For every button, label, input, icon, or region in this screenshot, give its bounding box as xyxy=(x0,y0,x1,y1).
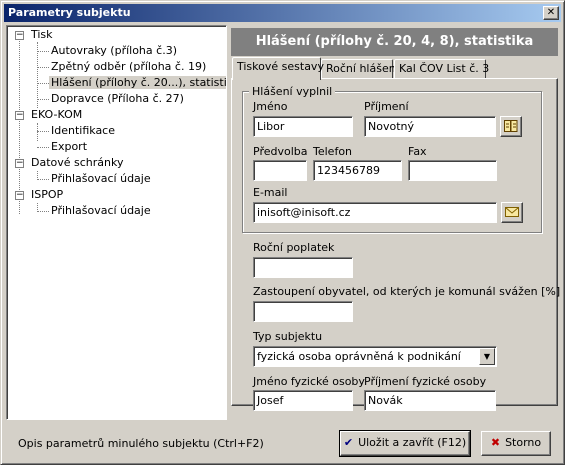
send-mail-button[interactable] xyxy=(501,202,523,223)
title-bar[interactable]: Parametry subjektu ✕ xyxy=(4,4,561,22)
prijmeni-field[interactable]: Novotný xyxy=(364,116,496,137)
tree-item-autovraky[interactable]: Autovraky (příloha č.3) xyxy=(49,43,179,59)
address-book-button[interactable] xyxy=(500,116,522,137)
jmeno-fo-label: Jméno fyzické osoby xyxy=(253,375,365,388)
typ-subjektu-label: Typ subjektu xyxy=(253,330,323,343)
tree-line xyxy=(37,179,49,180)
tree-item-ispop[interactable]: ISPOP xyxy=(29,187,65,203)
mail-icon xyxy=(505,207,519,217)
tree-line xyxy=(37,123,38,141)
collapse-icon[interactable]: − xyxy=(15,31,24,40)
tree-item-datove-schranky[interactable]: Datové schránky xyxy=(29,155,126,171)
group-title: Hlášení vyplnil xyxy=(249,85,336,98)
panel-header: Hlášení (přílohy č. 20, 4, 8), statistik… xyxy=(231,28,558,56)
tree-item-hlaseni[interactable]: Hlášení (přílohy č. 20...), statistika xyxy=(49,75,226,91)
fax-field[interactable] xyxy=(408,160,497,181)
checkmark-icon: ✔ xyxy=(343,436,354,449)
dialog-window: Parametry subjektu ✕ − Tisk Autovraky (p… xyxy=(0,0,565,465)
tree-line xyxy=(37,99,49,100)
typ-subjektu-select[interactable]: fyzická osoba oprávněná k podnikání ▼ xyxy=(253,346,497,367)
tree-line xyxy=(37,147,49,148)
tree-item-export[interactable]: Export xyxy=(49,139,89,155)
footer-hint: Opis parametrů minulého subjektu (Ctrl+F… xyxy=(18,437,264,450)
email-label: E-mail xyxy=(253,186,288,199)
tab-rocni-hlaseni[interactable]: Roční hlášení xyxy=(321,59,399,79)
telefon-label: Telefon xyxy=(313,145,353,158)
settings-tree[interactable]: − Tisk Autovraky (příloha č.3) Zpětný od… xyxy=(6,25,227,420)
tree-line xyxy=(37,51,49,52)
jmeno-field[interactable]: Libor xyxy=(253,116,353,137)
collapse-icon[interactable]: − xyxy=(15,111,24,120)
tree-line xyxy=(37,211,49,212)
prijmeni-fo-field[interactable]: Novák xyxy=(364,390,496,411)
tree-line xyxy=(37,67,49,68)
zastoupeni-label: Zastoupení obyvatel, od kterých je komun… xyxy=(253,285,561,298)
zastoupeni-field[interactable] xyxy=(253,301,353,322)
tree-item-ispop-prihlaseni[interactable]: Přihlašovací údaje xyxy=(49,203,153,219)
jmeno-label: Jméno xyxy=(253,100,288,113)
cancel-label: Storno xyxy=(505,436,542,449)
chevron-down-icon[interactable]: ▼ xyxy=(479,348,495,365)
tree-line xyxy=(37,83,49,84)
fax-label: Fax xyxy=(408,145,427,158)
prijmeni-label: Příjmení xyxy=(364,100,409,113)
tree-line xyxy=(37,131,49,132)
address-book-icon xyxy=(504,120,518,132)
collapse-icon[interactable]: − xyxy=(15,159,24,168)
telefon-field[interactable]: 123456789 xyxy=(313,160,402,181)
email-field[interactable]: inisoft@inisoft.cz xyxy=(253,202,497,223)
tab-tiskove-sestavy[interactable]: Tiskové sestavy xyxy=(232,57,324,80)
tree-item-zpetny-odber[interactable]: Zpětný odběr (příloha č. 19) xyxy=(49,59,208,75)
tree-item-identifikace[interactable]: Identifikace xyxy=(49,123,117,139)
tree-item-tisk[interactable]: Tisk xyxy=(29,27,55,43)
typ-subjektu-value: fyzická osoba oprávněná k podnikání xyxy=(257,350,461,363)
rocni-poplatek-label: Roční poplatek xyxy=(253,241,335,254)
predvolba-field[interactable] xyxy=(253,160,307,181)
jmeno-fo-field[interactable]: Josef xyxy=(253,390,353,411)
prijmeni-fo-label: Příjmení fyzické osoby xyxy=(364,375,487,388)
close-icon[interactable]: ✕ xyxy=(543,6,559,20)
tree-item-dopravce[interactable]: Dopravce (Příloha č. 27) xyxy=(49,91,186,107)
save-close-label: Uložit a zavřít (F12) xyxy=(358,436,467,449)
save-close-button[interactable]: ✔ Uložit a zavřít (F12) xyxy=(339,430,471,457)
collapse-icon[interactable]: − xyxy=(15,191,24,200)
tree-item-ekokom[interactable]: EKO-KOM xyxy=(29,107,84,123)
predvolba-label: Předvolba xyxy=(253,145,308,158)
cross-icon: ✖ xyxy=(490,436,501,449)
tab-kal-cov[interactable]: Kal ČOV List č. 3 xyxy=(394,59,489,79)
window-title: Parametry subjektu xyxy=(8,6,131,19)
rocni-poplatek-field[interactable] xyxy=(253,257,353,278)
cancel-button[interactable]: ✖ Storno xyxy=(481,431,551,456)
tree-item-datove-prihlaseni[interactable]: Přihlašovací údaje xyxy=(49,171,153,187)
tree-line xyxy=(19,39,20,214)
